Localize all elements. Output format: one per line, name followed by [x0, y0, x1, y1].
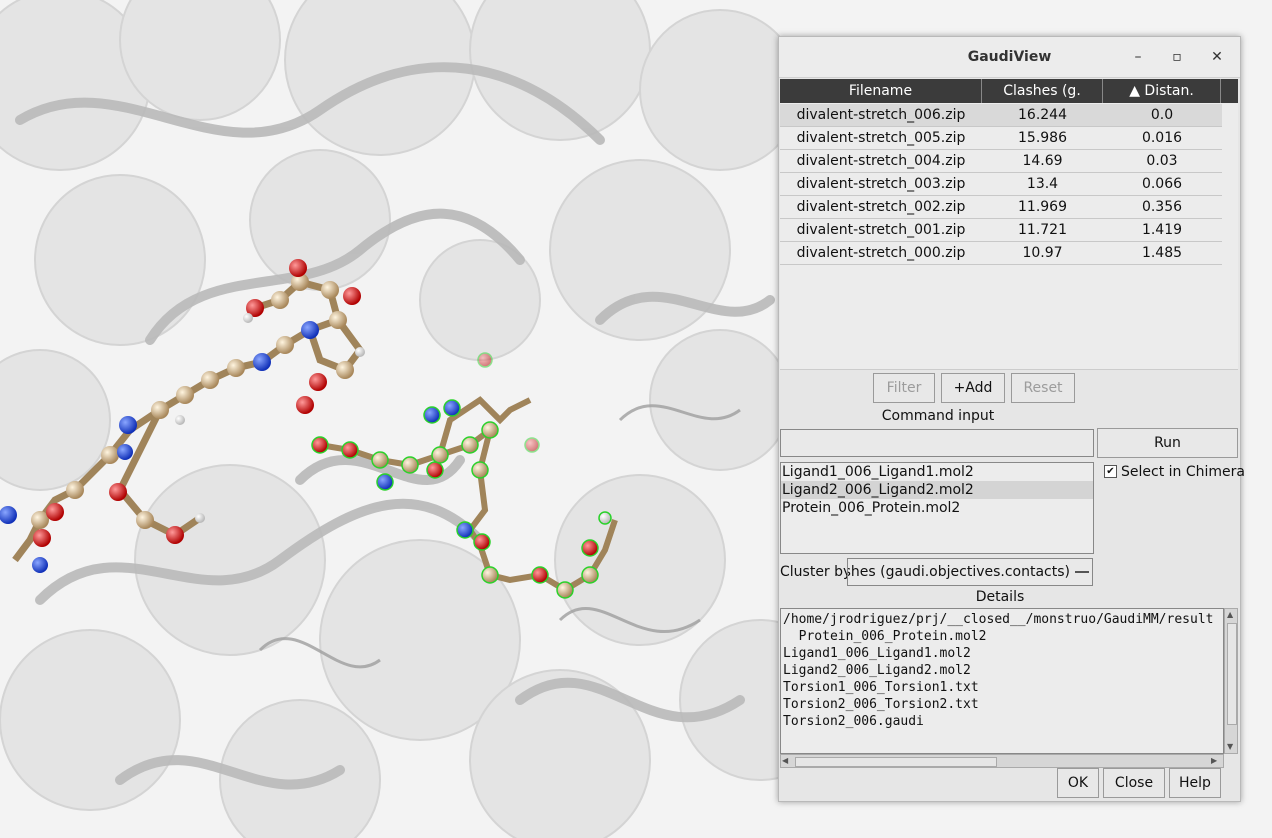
cell-filename: divalent-stretch_004.zip — [796, 153, 966, 169]
checkbox-checked-icon[interactable]: ✔ — [1104, 465, 1117, 478]
cell-filename: divalent-stretch_002.zip — [796, 199, 966, 215]
cell-clashes: 11.721 — [1018, 222, 1067, 238]
scroll-left-icon[interactable]: ◀ — [782, 756, 788, 766]
cluster-by-value: lashes (gaudi.objectives.contacts) — [847, 564, 1070, 580]
select-in-chimera-label: Select in Chimera — [1121, 464, 1245, 480]
filter-button[interactable]: Filter — [873, 373, 935, 403]
scrollbar-thumb[interactable] — [795, 757, 997, 767]
cell-filename: divalent-stretch_006.zip — [796, 107, 966, 123]
table-row[interactable]: divalent-stretch_002.zip 11.969 0.356 — [780, 196, 1222, 219]
reset-button[interactable]: Reset — [1011, 373, 1075, 403]
close-button[interactable]: Close — [1103, 768, 1165, 798]
list-item[interactable]: Ligand1_006_Ligand1.mol2 — [781, 463, 1093, 481]
cell-distance: 0.356 — [1141, 199, 1183, 215]
help-button[interactable]: Help — [1169, 768, 1221, 798]
cluster-by-select[interactable]: lashes (gaudi.objectives.contacts) — [847, 558, 1093, 586]
column-header-filename[interactable]: Filename — [780, 79, 982, 103]
cell-filename: divalent-stretch_000.zip — [796, 245, 966, 261]
table-row[interactable]: divalent-stretch_001.zip 11.721 1.419 — [780, 219, 1222, 242]
cell-clashes: 14.69 — [1022, 153, 1063, 169]
list-item[interactable]: Protein_006_Protein.mol2 — [781, 499, 1093, 517]
details-line: Ligand2_006_Ligand2.mol2 — [783, 663, 971, 678]
details-vertical-scrollbar[interactable]: ▲ ▼ — [1224, 608, 1238, 754]
command-input[interactable] — [780, 429, 1094, 457]
scroll-down-icon[interactable]: ▼ — [1227, 742, 1233, 752]
cell-distance: 0.066 — [1141, 176, 1183, 192]
title-bar[interactable]: GaudiView – ▫ ✕ — [779, 37, 1240, 78]
table-row[interactable]: divalent-stretch_006.zip 16.244 0.0 — [780, 104, 1222, 127]
details-label: Details — [975, 589, 1025, 605]
table-header: Filename Clashes (g. ▲ Distan. — [780, 79, 1238, 103]
cell-filename: divalent-stretch_005.zip — [796, 130, 966, 146]
select-in-chimera-checkbox[interactable]: ✔ Select in Chimera — [1104, 462, 1245, 482]
details-text[interactable]: /home/jrodriguez/prj/__closed__/monstruo… — [780, 608, 1224, 754]
scroll-right-icon[interactable]: ▶ — [1211, 756, 1217, 766]
molecule-list[interactable]: Ligand1_006_Ligand1.mol2 Ligand2_006_Lig… — [780, 462, 1094, 554]
cell-clashes: 16.244 — [1018, 107, 1067, 123]
gaudiview-window: GaudiView – ▫ ✕ Filename Clashes (g. ▲ D… — [778, 36, 1245, 802]
cell-distance: 1.485 — [1141, 245, 1183, 261]
column-header-distance[interactable]: ▲ Distan. — [1103, 79, 1221, 103]
cell-filename: divalent-stretch_003.zip — [796, 176, 966, 192]
cell-clashes: 11.969 — [1018, 199, 1067, 215]
run-button[interactable]: Run — [1097, 428, 1238, 458]
cell-distance: 0.0 — [1150, 107, 1174, 123]
scroll-up-icon[interactable]: ▲ — [1227, 610, 1233, 620]
cell-clashes: 10.97 — [1022, 245, 1063, 261]
details-line: Protein_006_Protein.mol2 — [783, 629, 987, 644]
table-row[interactable]: divalent-stretch_003.zip 13.4 0.066 — [780, 173, 1222, 196]
results-table: Filename Clashes (g. ▲ Distan. divalent-… — [780, 79, 1238, 370]
ok-button[interactable]: OK — [1057, 768, 1099, 798]
column-header-clashes[interactable]: Clashes (g. — [982, 79, 1103, 103]
cluster-by-label: Cluster by — [780, 564, 852, 580]
dropdown-icon — [1075, 571, 1089, 573]
table-row[interactable]: divalent-stretch_000.zip 10.97 1.485 — [780, 242, 1222, 265]
minimize-icon[interactable]: – — [1128, 47, 1148, 67]
cell-distance: 1.419 — [1141, 222, 1183, 238]
cell-filename: divalent-stretch_001.zip — [796, 222, 966, 238]
cell-distance: 0.03 — [1146, 153, 1178, 169]
table-row[interactable]: divalent-stretch_005.zip 15.986 0.016 — [780, 127, 1222, 150]
list-item[interactable]: Ligand2_006_Ligand2.mol2 — [781, 481, 1093, 499]
command-input-label: Command input — [881, 408, 995, 424]
cell-clashes: 13.4 — [1026, 176, 1059, 192]
details-horizontal-scrollbar[interactable]: ◀ ▶ — [780, 754, 1224, 768]
details-line: Torsion2_006_Torsion2.txt — [783, 697, 979, 712]
table-row[interactable]: divalent-stretch_004.zip 14.69 0.03 — [780, 150, 1222, 173]
cell-distance: 0.016 — [1141, 130, 1183, 146]
details-line: Ligand1_006_Ligand1.mol2 — [783, 646, 971, 661]
scrollbar-thumb[interactable] — [1227, 623, 1237, 725]
add-button[interactable]: +Add — [941, 373, 1005, 403]
maximize-icon[interactable]: ▫ — [1167, 47, 1187, 67]
details-line: Torsion1_006_Torsion1.txt — [783, 680, 979, 695]
close-icon[interactable]: ✕ — [1207, 47, 1227, 67]
column-header-spacer — [1221, 79, 1238, 103]
details-line: /home/jrodriguez/prj/__closed__/monstruo… — [783, 612, 1214, 627]
details-line: Torsion2_006.gaudi — [783, 714, 924, 729]
cell-clashes: 15.986 — [1018, 130, 1067, 146]
